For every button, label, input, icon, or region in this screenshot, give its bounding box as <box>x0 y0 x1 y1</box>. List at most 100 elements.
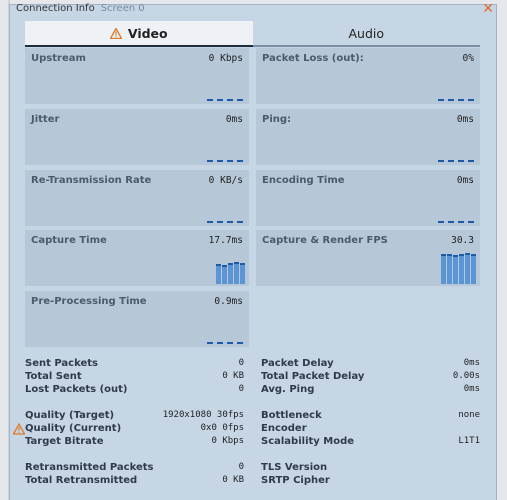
graph-capture-time: Capture Time 17.7ms <box>25 230 249 286</box>
graph-baseline <box>207 160 243 162</box>
stat-row: Sent Packets 0 <box>25 357 244 370</box>
graph-packet-loss: Packet Loss (out): 0% <box>256 48 480 104</box>
graph-upstream: Upstream 0 Kbps <box>25 48 249 104</box>
quality-warning-icon <box>13 423 25 435</box>
stat-label: Packet Delay <box>261 358 334 369</box>
stat-label: Bottleneck <box>261 410 322 421</box>
stat-label: Total Retransmitted <box>25 475 138 486</box>
stat-label: Quality (Current) <box>25 423 122 434</box>
graph-baseline <box>438 99 474 101</box>
graph-label: Pre-Processing Time <box>31 296 147 307</box>
stat-value: 0 <box>238 384 244 394</box>
graph-bar <box>453 255 458 284</box>
tab-audio[interactable]: Audio <box>253 21 481 45</box>
graph-bar <box>465 253 470 284</box>
stat-row: Quality (Target) 1920x1080 30fps <box>25 409 244 422</box>
graph-label: Jitter <box>31 114 60 125</box>
graph-baseline <box>438 221 474 223</box>
graph-value: 0ms <box>456 114 474 125</box>
graph-bar <box>240 263 245 284</box>
graph-label: Upstream <box>31 53 86 64</box>
stat-label: Retransmitted Packets <box>25 462 154 473</box>
stat-label: Avg. Ping <box>261 384 315 395</box>
graph-encoding-time: Encoding Time 0ms <box>256 170 480 226</box>
graph-bar <box>471 254 476 284</box>
graph-bar <box>447 254 452 284</box>
graph-bars <box>216 262 245 284</box>
graph-capture-render-fps: Capture & Render FPS 30.3 <box>256 230 480 286</box>
graph-bars <box>441 253 476 284</box>
stat-value: 0 KB <box>222 475 244 485</box>
stat-value: 0 <box>238 462 244 472</box>
stat-label: Total Packet Delay <box>261 371 365 382</box>
graph-ping: Ping: 0ms <box>256 109 480 165</box>
graph-value: 30.3 <box>451 235 474 246</box>
stat-label: Encoder <box>261 423 307 434</box>
graph-value: 0 Kbps <box>208 53 243 64</box>
graph-bar <box>216 264 221 284</box>
graph-value: 0ms <box>225 114 243 125</box>
graph-bar <box>234 262 239 284</box>
tab-audio-label: Audio <box>348 25 385 41</box>
graph-value: 0.9ms <box>214 296 243 307</box>
stat-row: Total Sent 0 KB <box>25 370 244 383</box>
graph-label: Capture & Render FPS <box>262 235 388 246</box>
graph-baseline <box>438 160 474 162</box>
stat-row: Total Packet Delay 0.00s <box>261 370 480 383</box>
stat-value: 1920x1080 30fps <box>162 410 244 420</box>
graph-jitter: Jitter 0ms <box>25 109 249 165</box>
graph-bar <box>459 254 464 284</box>
graph-bar <box>441 254 446 284</box>
graph-value: 0ms <box>456 175 474 186</box>
graph-value: 17.7ms <box>208 235 243 246</box>
stat-value: 0x0 0fps <box>200 423 244 433</box>
graph-value: 0 KB/s <box>208 175 243 186</box>
close-icon[interactable]: ✕ <box>482 2 494 16</box>
window-title: Connection Info <box>16 3 95 14</box>
stat-label: Quality (Target) <box>25 410 115 421</box>
stat-row: Lost Packets (out) 0 <box>25 383 244 396</box>
stat-value: 0 KB <box>222 371 244 381</box>
graph-label: Ping: <box>262 114 292 125</box>
graph-value: 0% <box>462 53 474 64</box>
stat-label: Target Bitrate <box>25 436 104 447</box>
stat-row: Total Retransmitted 0 KB <box>25 474 244 487</box>
connection-info-panel: Connection Info Screen 0 ✕ Video Audio U… <box>9 2 497 500</box>
graph-label: Capture Time <box>31 235 107 246</box>
stat-row: Encoder <box>261 422 480 435</box>
stat-row: Retransmitted Packets 0 <box>25 461 244 474</box>
graph-bar <box>222 265 227 284</box>
tab-bar: Video Audio <box>25 21 480 47</box>
tab-video[interactable]: Video <box>25 21 253 47</box>
stat-value: L1T1 <box>458 436 480 446</box>
stat-value: 0 <box>238 358 244 368</box>
stat-label: Scalability Mode <box>261 436 355 447</box>
stat-value: 0.00s <box>452 371 480 381</box>
stat-value: 0ms <box>463 358 480 368</box>
graph-label: Re-Transmission Rate <box>31 175 152 186</box>
window-subtitle: Screen 0 <box>100 3 145 14</box>
tab-video-label: Video <box>127 25 168 41</box>
stat-label: Sent Packets <box>25 358 98 369</box>
stat-row: Avg. Ping 0ms <box>261 383 480 396</box>
stat-value: none <box>458 410 480 420</box>
stat-label: Lost Packets (out) <box>25 384 128 395</box>
stat-label: TLS Version <box>261 462 328 473</box>
graph-label: Packet Loss (out): <box>262 53 364 64</box>
stat-label: SRTP Cipher <box>261 475 330 486</box>
stat-row: TLS Version <box>261 461 480 474</box>
stat-row: Bottleneck none <box>261 409 480 422</box>
window-title-bar: Connection Info Screen 0 <box>16 3 145 17</box>
stat-value: 0ms <box>463 384 480 394</box>
right-stats: Packet Delay 0ms Total Packet Delay 0.00… <box>261 357 480 497</box>
graph-baseline <box>207 221 243 223</box>
graph-retransmission-rate: Re-Transmission Rate 0 KB/s <box>25 170 249 226</box>
stat-label: Total Sent <box>25 371 82 382</box>
graph-preprocessing-time: Pre-Processing Time 0.9ms <box>25 291 249 347</box>
graph-bar <box>228 263 233 284</box>
stat-value: 0 Kbps <box>211 436 244 446</box>
graph-label: Encoding Time <box>262 175 345 186</box>
graph-baseline <box>207 342 243 344</box>
graph-baseline <box>207 99 243 101</box>
stat-row: SRTP Cipher <box>261 474 480 487</box>
